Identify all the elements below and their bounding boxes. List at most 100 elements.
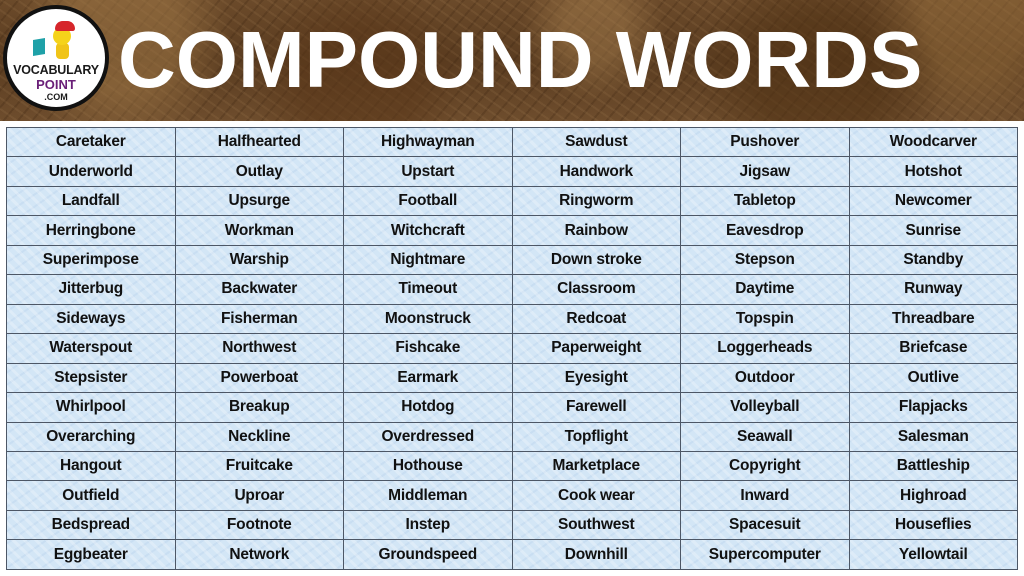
word-cell: Pushover <box>680 126 850 158</box>
table-row: Landfall Upsurge Football Ringworm Tabletop N… <box>6 185 1018 217</box>
word-cell: Neckline <box>174 421 344 452</box>
word-cell: Earmark <box>343 362 513 394</box>
word-cell: Briefcase <box>848 333 1018 364</box>
header-banner: VOCABULARY POINT .COM COMPOUND WORDS <box>0 0 1024 121</box>
word-cell: Workman <box>174 215 344 246</box>
word-cell: Eyesight <box>511 362 681 394</box>
word-cell: Whirlpool <box>6 392 176 423</box>
word-cell: Outlive <box>848 362 1018 394</box>
logo-text-point: POINT <box>36 77 76 92</box>
word-cell: Northwest <box>174 333 344 364</box>
word-cell: Fisherman <box>174 303 344 335</box>
table-row: Caretaker Halfhearted Highwayman Sawdust Pus… <box>6 126 1018 158</box>
table-row: Stepsister Powerboat Earmark Eyesight Outdoo… <box>6 362 1018 394</box>
page-title: COMPOUND WORDS <box>118 15 923 104</box>
word-cell: Stepsister <box>6 362 176 394</box>
word-cell: Hothouse <box>343 450 513 482</box>
word-cell: Volleyball <box>680 392 850 423</box>
word-cell: Copyright <box>680 450 850 482</box>
table-row: Waterspout Northwest Fishcake Paperweight Lo… <box>6 333 1018 364</box>
word-cell: Salesman <box>848 421 1018 452</box>
table-row: Herringbone Workman Witchcraft Rainbow Eaves… <box>6 215 1018 246</box>
word-cell: Threadbare <box>848 303 1018 335</box>
word-cell: Footnote <box>174 509 344 541</box>
word-cell: Standby <box>848 244 1018 276</box>
vocabulary-point-logo[interactable]: VOCABULARY POINT .COM <box>3 5 109 111</box>
word-cell: Supercomputer <box>680 539 850 570</box>
word-cell: Caretaker <box>6 126 176 158</box>
word-cell: Backwater <box>174 274 344 305</box>
table-row: Eggbeater Network Groundspeed Downhill Super… <box>6 539 1018 570</box>
word-cell: Warship <box>174 244 344 276</box>
word-cell: Groundspeed <box>343 539 513 570</box>
table-row: Bedspread Footnote Instep Southwest Spacesui… <box>6 509 1018 541</box>
word-cell: Spacesuit <box>680 509 850 541</box>
word-cell: Newcomer <box>848 185 1018 217</box>
word-cell: Breakup <box>174 392 344 423</box>
word-cell: Overarching <box>6 421 176 452</box>
word-cell: Sunrise <box>848 215 1018 246</box>
word-cell: Middleman <box>343 480 513 511</box>
word-cell: Classroom <box>511 274 681 305</box>
word-cell: Southwest <box>511 509 681 541</box>
word-cell: Hangout <box>6 450 176 482</box>
word-cell: Inward <box>680 480 850 511</box>
word-cell: Redcoat <box>511 303 681 335</box>
word-cell: Eggbeater <box>6 539 176 570</box>
table-row: Whirlpool Breakup Hotdog Farewell Volleyball… <box>6 392 1018 423</box>
word-cell: Upstart <box>343 156 513 187</box>
word-cell: Halfhearted <box>174 126 344 158</box>
word-cell: Loggerheads <box>680 333 850 364</box>
word-cell: Topspin <box>680 303 850 335</box>
word-cell: Hotshot <box>848 156 1018 187</box>
word-cell: Downhill <box>511 539 681 570</box>
word-cell: Paperweight <box>511 333 681 364</box>
word-cell: Powerboat <box>174 362 344 394</box>
table-row: Outfield Uproar Middleman Cook wear Inward Hi… <box>6 480 1018 511</box>
word-cell: Moonstruck <box>343 303 513 335</box>
word-cell: Tabletop <box>680 185 850 217</box>
word-cell: Down stroke <box>511 244 681 276</box>
word-cell: Timeout <box>343 274 513 305</box>
table-row: Hangout Fruitcake Hothouse Marketplace Copyr… <box>6 450 1018 482</box>
book-icon <box>33 37 45 57</box>
word-cell: Football <box>343 185 513 217</box>
table-row: Sideways Fisherman Moonstruck Redcoat Topspi… <box>6 303 1018 335</box>
word-cell: Underworld <box>6 156 176 187</box>
word-cell: Marketplace <box>511 450 681 482</box>
word-cell: Highwayman <box>343 126 513 158</box>
word-cell: Uproar <box>174 480 344 511</box>
word-cell: Nightmare <box>343 244 513 276</box>
word-cell: Overdressed <box>343 421 513 452</box>
word-cell: Sawdust <box>511 126 681 158</box>
word-cell: Jitterbug <box>6 274 176 305</box>
word-cell: Network <box>174 539 344 570</box>
word-cell: Woodcarver <box>848 126 1018 158</box>
word-cell: Instep <box>343 509 513 541</box>
word-cell: Outlay <box>174 156 344 187</box>
word-cell: Rainbow <box>511 215 681 246</box>
compound-words-table-container: Caretaker Halfhearted Highwayman Sawdust Pus… <box>6 126 1018 570</box>
logo-text-com: .COM <box>44 92 68 102</box>
table-row: Superimpose Warship Nightmare Down stroke St… <box>6 244 1018 276</box>
table-row: Underworld Outlay Upstart Handwork Jigsaw Hot… <box>6 156 1018 187</box>
logo-text-vocabulary: VOCABULARY <box>13 63 99 77</box>
word-cell: Fruitcake <box>174 450 344 482</box>
word-cell: Topflight <box>511 421 681 452</box>
word-cell: Upsurge <box>174 185 344 217</box>
word-cell: Hotdog <box>343 392 513 423</box>
word-cell: Yellowtail <box>848 539 1018 570</box>
word-cell: Landfall <box>6 185 176 217</box>
word-cell: Seawall <box>680 421 850 452</box>
word-cell: Highroad <box>848 480 1018 511</box>
word-cell: Outfield <box>6 480 176 511</box>
word-cell: Waterspout <box>6 333 176 364</box>
word-cell: Daytime <box>680 274 850 305</box>
word-cell: Herringbone <box>6 215 176 246</box>
mascot-icon <box>51 19 75 59</box>
word-cell: Runway <box>848 274 1018 305</box>
word-cell: Sideways <box>6 303 176 335</box>
word-cell: Witchcraft <box>343 215 513 246</box>
table-row: Jitterbug Backwater Timeout Classroom Daytim… <box>6 274 1018 305</box>
word-cell: Battleship <box>848 450 1018 482</box>
